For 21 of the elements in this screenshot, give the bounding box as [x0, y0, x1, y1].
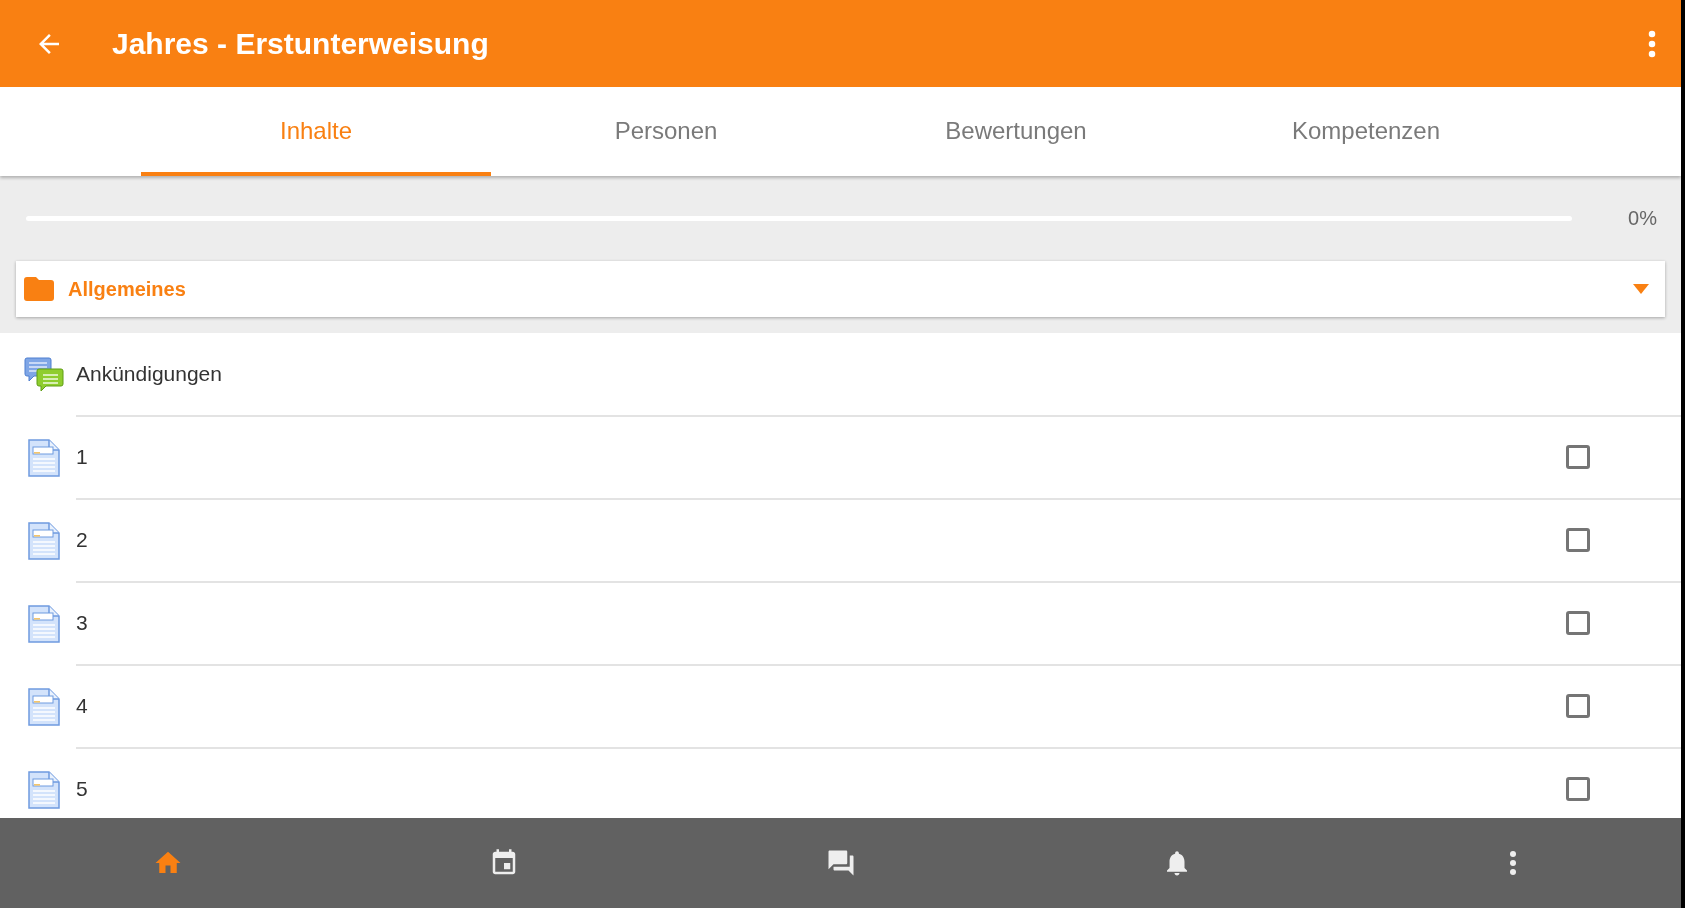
completion-checkbox[interactable] [1566, 527, 1590, 552]
more-icon[interactable] [1647, 28, 1657, 59]
activity-title[interactable]: 2 [76, 527, 1566, 552]
activity-title[interactable]: 1 [76, 444, 1566, 469]
completion-checkbox[interactable] [1566, 610, 1590, 635]
section-title: Allgemeines [68, 277, 187, 301]
tab[interactable]: Bewertungen [841, 87, 1191, 176]
completion-checkbox[interactable] [1566, 693, 1590, 718]
activity-title[interactable]: 5 [76, 776, 1566, 801]
activity-title[interactable]: Ankündigungen [76, 361, 1681, 386]
caret-down-icon [1633, 284, 1649, 294]
progress-percent: 0% [1628, 207, 1657, 230]
activity-title[interactable]: 3 [76, 610, 1566, 635]
activity-title[interactable]: 4 [76, 693, 1566, 718]
more-icon [1508, 851, 1517, 875]
tab[interactable]: Personen [491, 87, 841, 176]
completion-checkbox[interactable] [1566, 776, 1590, 801]
screen-title: Jahres - Erstunterweisung [112, 26, 490, 61]
folder-icon [24, 277, 54, 301]
completion-checkbox[interactable] [1566, 444, 1590, 469]
tab[interactable]: Kompetenzen [1191, 87, 1541, 176]
